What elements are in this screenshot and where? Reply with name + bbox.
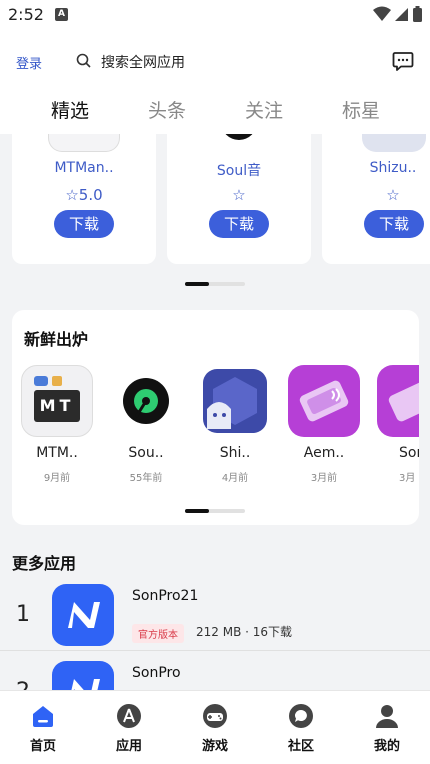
soul-music-icon xyxy=(110,365,182,437)
download-button[interactable]: 下载 xyxy=(209,210,269,238)
app-rank: 2 xyxy=(16,679,30,690)
nav-label: 应用 xyxy=(115,739,142,754)
mt-manager-icon xyxy=(48,134,120,152)
status-time: 2:52 xyxy=(8,5,44,24)
featured-card[interactable]: Soul音 ☆ 下载 xyxy=(167,134,311,264)
fresh-app-name: Shi.. xyxy=(219,445,251,461)
featured-app-name: Shizu.. xyxy=(369,160,417,176)
download-button[interactable]: 下载 xyxy=(364,210,424,238)
message-icon[interactable] xyxy=(392,50,414,72)
section-title: 新鲜出炉 xyxy=(24,330,89,349)
fresh-app-time: 3月 xyxy=(399,473,416,484)
notification-icon: A xyxy=(55,8,68,21)
fresh-app-time: 4月前 xyxy=(221,473,249,484)
gamepad-icon xyxy=(203,704,227,728)
fresh-app-name: Son xyxy=(399,445,419,461)
nav-community[interactable]: 社区 xyxy=(271,703,331,754)
top-tabs: 精选 头条 关注 标星 xyxy=(0,96,430,134)
tab-headlines[interactable]: 头条 xyxy=(137,96,197,123)
aemulator-icon xyxy=(288,365,360,437)
content-scroll[interactable]: MTMan.. ☆5.0 下载 Soul音 ☆ 下载 Shizu.. ☆ 下载 … xyxy=(0,134,430,690)
fresh-app-time: 55年前 xyxy=(129,473,163,484)
featured-rating: ☆ xyxy=(232,186,246,204)
download-button[interactable]: 下载 xyxy=(54,210,114,238)
app-meta: 212 MB · 16下载 xyxy=(196,625,293,639)
featured-card[interactable]: MTMan.. ☆5.0 下载 xyxy=(12,134,156,264)
wifi-icon xyxy=(373,6,391,21)
signal-icon xyxy=(395,8,408,21)
search-input[interactable]: 搜索全网应用 xyxy=(101,52,185,72)
featured-rating: ☆5.0 xyxy=(65,186,103,204)
shizuku-icon xyxy=(362,134,426,152)
home-icon xyxy=(33,706,53,727)
tab-following[interactable]: 关注 xyxy=(234,96,294,123)
app-list-item[interactable]: 2 SonPro xyxy=(0,661,430,690)
official-badge: 官方版本 xyxy=(132,624,184,643)
tab-starred[interactable]: 标星 xyxy=(331,96,391,123)
carousel-indicator xyxy=(185,282,245,286)
nav-label: 社区 xyxy=(287,739,314,754)
appstore-icon xyxy=(117,704,141,728)
carousel-indicator xyxy=(185,509,245,513)
fresh-app-time: 3月前 xyxy=(310,473,338,484)
user-icon xyxy=(376,705,398,728)
fresh-app-name: MTM.. xyxy=(36,445,78,461)
sonpro-icon xyxy=(52,661,114,690)
app-name: SonPro21 xyxy=(132,588,199,604)
section-title: 更多应用 xyxy=(12,554,77,573)
app-header: 登录 搜索全网应用 精选 头条 关注 标星 xyxy=(0,30,430,134)
fresh-app-name: Aem.. xyxy=(303,445,345,461)
sonpro-icon xyxy=(52,584,114,646)
divider xyxy=(0,650,430,651)
app-rank: 1 xyxy=(16,602,30,627)
featured-card[interactable]: Shizu.. ☆ 下载 xyxy=(322,134,430,264)
status-bar: 2:52 A xyxy=(0,0,430,30)
shizuku-icon xyxy=(199,365,271,437)
search-icon[interactable] xyxy=(76,53,92,69)
nav-apps[interactable]: 应用 xyxy=(99,703,159,754)
nav-label: 首页 xyxy=(29,739,56,754)
battery-icon xyxy=(413,6,422,22)
fresh-apps-section: 新鲜出炉 MT MTM.. 9月前 Sou.. 55年前 Shi.. 4月前 A… xyxy=(12,310,419,525)
nav-label: 游戏 xyxy=(201,739,228,754)
fresh-app-time: 9月前 xyxy=(43,473,71,484)
app-list-item[interactable]: 1 SonPro21 官方版本 212 MB · 16下载 xyxy=(0,584,430,656)
featured-app-name: MTMan.. xyxy=(54,160,114,176)
nav-games[interactable]: 游戏 xyxy=(185,703,245,754)
chat-bubble-icon xyxy=(289,704,313,728)
tab-featured[interactable]: 精选 xyxy=(40,96,100,123)
featured-rating: ☆ xyxy=(386,186,400,204)
nav-profile[interactable]: 我的 xyxy=(357,703,417,754)
featured-carousel[interactable]: MTMan.. ☆5.0 下载 Soul音 ☆ 下载 Shizu.. ☆ 下载 xyxy=(0,134,430,264)
featured-app-name: Soul音 xyxy=(216,163,262,179)
app-name: SonPro xyxy=(132,665,181,681)
status-icons xyxy=(373,6,422,22)
nav-home[interactable]: 首页 xyxy=(13,703,73,754)
bottom-nav: 首页 应用 游戏 社区 我的 xyxy=(0,690,430,764)
mt-manager-icon: MT xyxy=(21,365,93,437)
sonpro-purple-icon xyxy=(377,365,419,437)
fresh-app-name: Sou.. xyxy=(128,445,164,461)
login-link[interactable]: 登录 xyxy=(16,53,42,72)
nav-label: 我的 xyxy=(373,739,400,754)
soul-music-icon xyxy=(221,134,257,140)
